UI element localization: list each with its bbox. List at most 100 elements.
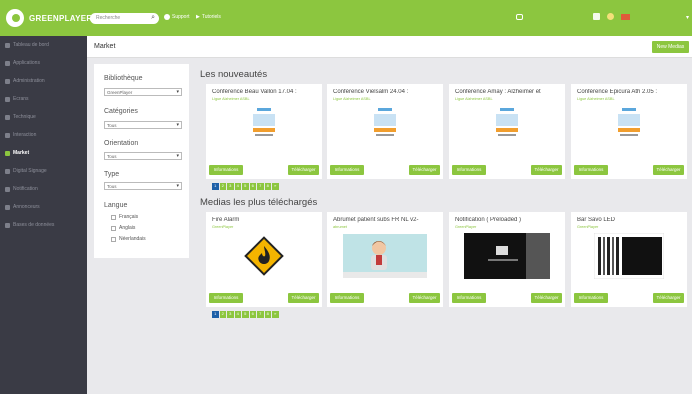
chat-icon[interactable] — [516, 14, 523, 20]
info-button[interactable]: Informations — [209, 165, 243, 175]
type-select[interactable]: Tous ▾ — [104, 182, 182, 190]
sidebar-item-ecrans[interactable]: Ecrans — [0, 90, 87, 108]
notification-badge-icon[interactable] — [607, 13, 614, 20]
card-title: Conférence Vielsalm 24.04 : — [333, 89, 409, 95]
card-subtitle: Ligue Alzheimer ASBL — [577, 97, 615, 101]
media-card[interactable]: Fire Alarm GreenPlayer Informations Télé… — [206, 212, 322, 307]
download-button[interactable]: Télécharger — [288, 165, 319, 175]
card-title: Conférence Amay : Alzheimer et — [455, 89, 541, 95]
download-button[interactable]: Télécharger — [653, 165, 684, 175]
page-button[interactable]: 7 — [257, 311, 264, 318]
sidebar-item-dashboard[interactable]: Tableau de bord — [0, 36, 87, 54]
info-button[interactable]: Informations — [452, 293, 486, 303]
tutorials-label: Tutoriels — [201, 14, 221, 20]
support-label: Support — [172, 14, 190, 20]
page-button[interactable]: 2 — [219, 311, 226, 318]
sidebar-item-administration[interactable]: Administration — [0, 72, 87, 90]
download-button[interactable]: Télécharger — [409, 293, 440, 303]
media-card[interactable]: Conférence Vielsalm 24.04 : Ligue Alzhei… — [327, 84, 443, 179]
megaphone-icon — [5, 204, 10, 210]
sidebar-item-annonceurs[interactable]: Annonceurs — [0, 198, 87, 216]
brand[interactable]: GREENPLAYER — [6, 9, 92, 27]
grid-icon[interactable] — [593, 13, 600, 20]
media-card[interactable]: Notification ( Preloaded ) GreenPlayer I… — [449, 212, 565, 307]
sidebar-item-label: Bases de données — [13, 222, 55, 228]
info-button[interactable]: Informations — [209, 293, 243, 303]
page-button[interactable]: 8 — [264, 311, 271, 318]
info-button[interactable]: Informations — [330, 293, 364, 303]
bibliotheque-select[interactable]: GreenPlayer ▾ — [104, 88, 182, 96]
language-option-fr[interactable]: Français — [111, 214, 138, 220]
media-card[interactable]: Conférence Beau Vallon 17.04 : Ligue Alz… — [206, 84, 322, 179]
checkbox[interactable] — [111, 214, 116, 220]
page-header: Market New Medias — [87, 36, 692, 58]
language-option-en[interactable]: Anglais — [111, 225, 135, 231]
page-button[interactable]: 2 — [219, 183, 226, 190]
download-button[interactable]: Télécharger — [288, 293, 319, 303]
page-button[interactable]: 6 — [249, 311, 256, 318]
page-button[interactable]: 6 — [249, 183, 256, 190]
download-button[interactable]: Télécharger — [531, 165, 562, 175]
interaction-icon — [5, 132, 10, 138]
info-button[interactable]: Informations — [330, 165, 364, 175]
language-label: Néerlandais — [119, 236, 146, 242]
download-button[interactable]: Télécharger — [409, 165, 440, 175]
sidebar-item-label: Applications — [13, 60, 40, 66]
sidebar-item-applications[interactable]: Applications — [0, 54, 87, 72]
language-flag-icon[interactable] — [621, 14, 630, 20]
sidebar-item-digital-signage[interactable]: Digital Signage — [0, 162, 87, 180]
section-title-new: Les nouveautés — [200, 69, 268, 80]
thumbnail-poster — [571, 106, 687, 140]
sidebar-item-label: Interaction — [13, 132, 37, 138]
page-button[interactable]: 1 — [212, 183, 219, 190]
media-card[interactable]: Conférence Epicura Ath 2.05 : Ligue Alzh… — [571, 84, 687, 179]
orientation-label: Orientation — [104, 140, 139, 147]
page-button[interactable]: 5 — [242, 311, 249, 318]
sidebar-item-interaction[interactable]: Interaction — [0, 126, 87, 144]
sidebar-item-market[interactable]: Market — [0, 144, 87, 162]
card-subtitle: GreenPlayer — [212, 225, 234, 229]
orientation-value: Tous — [107, 154, 117, 159]
categories-select[interactable]: Tous ▾ — [104, 121, 182, 129]
download-button[interactable]: Télécharger — [531, 293, 562, 303]
checkbox[interactable] — [111, 236, 116, 242]
chevron-down-icon: ▾ — [176, 153, 179, 159]
search-icon[interactable]: ⌕ — [151, 14, 155, 22]
sidebar-item-databases[interactable]: Bases de données — [0, 216, 87, 234]
logo-icon — [6, 9, 24, 27]
page-button[interactable]: 5 — [242, 183, 249, 190]
info-button[interactable]: Informations — [574, 293, 608, 303]
page-button[interactable]: 3 — [227, 311, 234, 318]
page-button[interactable]: 1 — [212, 311, 219, 318]
language-label: Français — [119, 214, 139, 220]
download-button[interactable]: Télécharger — [653, 293, 684, 303]
pagination-new: 1 2 3 4 5 6 7 8 » — [212, 183, 279, 190]
search-input[interactable]: Recherche ⌕ — [90, 13, 159, 24]
media-card[interactable]: Abrumet patient subs FR NL v2- abrumet I… — [327, 212, 443, 307]
info-button[interactable]: Informations — [574, 165, 608, 175]
checkbox[interactable] — [111, 225, 116, 231]
media-card[interactable]: Bar Savo LED GreenPlayer Informations Té… — [571, 212, 687, 307]
top-bar: GREENPLAYER Recherche ⌕ Support ▶ Tutori… — [0, 0, 692, 36]
sidebar-item-label: Market — [13, 150, 30, 156]
next-page-button[interactable]: » — [272, 311, 279, 318]
sidebar-item-notification[interactable]: Notification — [0, 180, 87, 198]
page-button[interactable]: 8 — [264, 183, 271, 190]
orientation-select[interactable]: Tous ▾ — [104, 152, 182, 160]
language-option-nl[interactable]: Néerlandais — [111, 236, 146, 242]
media-card[interactable]: Conférence Amay : Alzheimer et Ligue Alz… — [449, 84, 565, 179]
page-button[interactable]: 7 — [257, 183, 264, 190]
section-title-popular: Medias les plus téléchargés — [200, 197, 318, 208]
support-link[interactable]: Support — [164, 14, 190, 20]
new-medias-button[interactable]: New Medias — [652, 41, 689, 53]
monitor-icon — [5, 168, 10, 174]
info-button[interactable]: Informations — [452, 165, 486, 175]
page-button[interactable]: 4 — [234, 183, 241, 190]
page-button[interactable]: 4 — [234, 311, 241, 318]
tutorials-link[interactable]: ▶ Tutoriels — [196, 14, 221, 20]
play-icon: ▶ — [196, 14, 200, 20]
next-page-button[interactable]: » — [272, 183, 279, 190]
page-button[interactable]: 3 — [227, 183, 234, 190]
sidebar-item-technique[interactable]: Technique — [0, 108, 87, 126]
user-menu-icon[interactable]: ▾ — [686, 14, 689, 21]
